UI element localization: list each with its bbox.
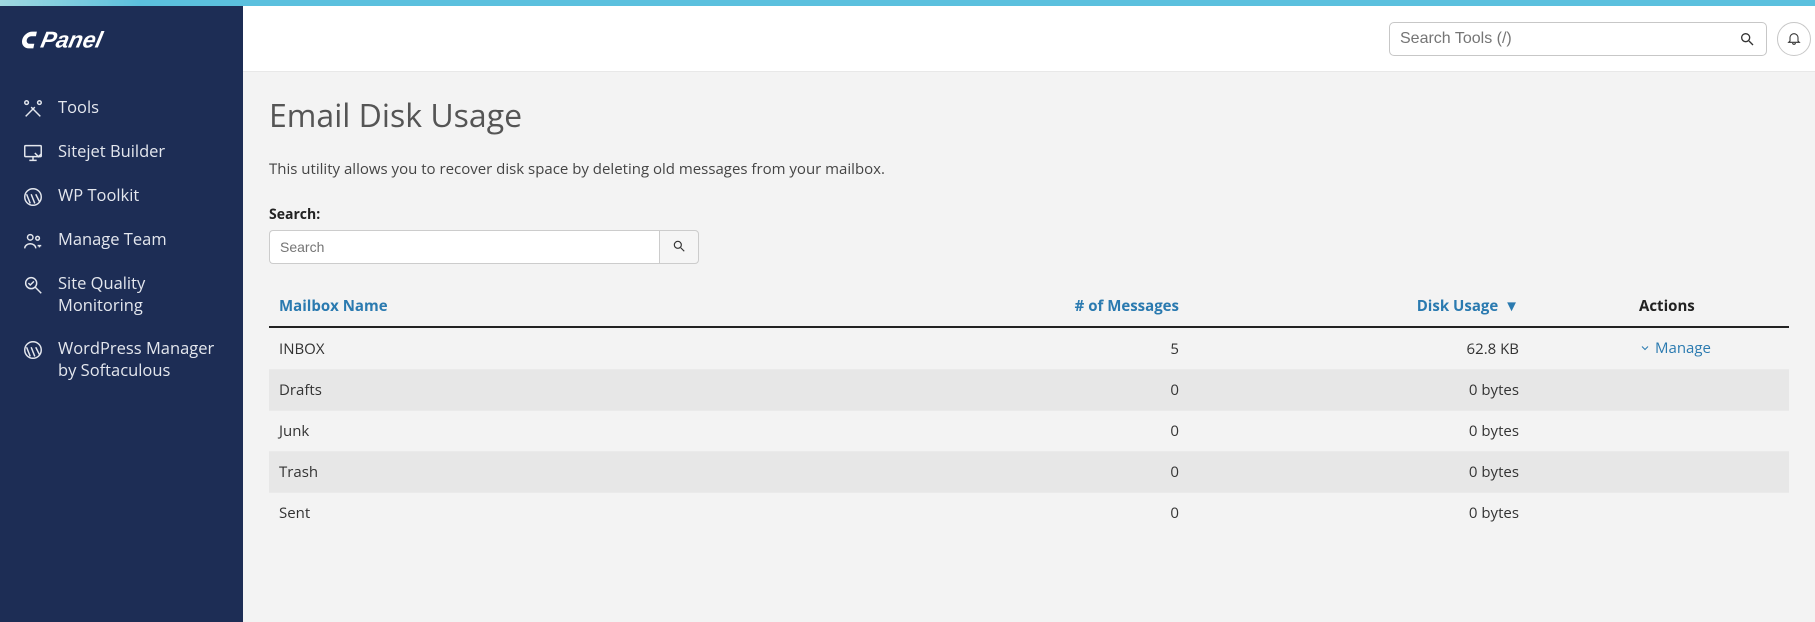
sidebar-item-label: WordPress Manager by Softaculous [58,337,223,382]
cell-disk-usage: 0 bytes [1189,452,1529,493]
tools-icon [22,98,44,120]
sidebar-item-tools[interactable]: Tools [0,86,243,130]
cell-actions [1529,452,1789,493]
cell-disk-usage: 0 bytes [1189,370,1529,411]
search-tools-wrap[interactable] [1389,22,1767,56]
manage-label: Manage [1655,338,1711,358]
search-icon [672,239,686,256]
cell-mailbox-name: INBOX [269,327,949,370]
wordpress-icon [22,339,44,361]
cell-messages: 0 [949,370,1189,411]
col-header-actions: Actions [1529,286,1789,327]
col-header-label: # of Messages [1075,296,1179,316]
cell-actions [1529,411,1789,452]
mailbox-search-row [269,230,1789,264]
sidebar-item-label: Sitejet Builder [58,140,223,162]
cell-disk-usage: 0 bytes [1189,411,1529,452]
table-row: Trash00 bytes [269,452,1789,493]
sidebar-item-wp-manager[interactable]: WordPress Manager by Softaculous [0,327,243,392]
sort-indicator-icon: ▼ [1504,296,1519,316]
cell-mailbox-name: Drafts [269,370,949,411]
manage-link[interactable]: Manage [1639,338,1711,358]
cell-actions: Manage [1529,327,1789,370]
table-row: Sent00 bytes [269,493,1789,534]
table-row: Junk00 bytes [269,411,1789,452]
col-header-label: Mailbox Name [279,296,388,316]
cell-mailbox-name: Trash [269,452,949,493]
svg-text:Panel: Panel [39,27,106,53]
cell-messages: 0 [949,411,1189,452]
brand-logo[interactable]: Panel [0,24,243,74]
wordpress-icon [22,186,44,208]
sidebar-item-manage-team[interactable]: Manage Team [0,218,243,262]
sidebar-item-label: Site Quality Monitoring [58,272,223,317]
chevron-down-icon [1639,342,1651,354]
col-header-name[interactable]: Mailbox Name [269,286,949,327]
col-header-disk[interactable]: Disk Usage ▼ [1189,286,1529,327]
page-title: Email Disk Usage [269,94,1789,137]
col-header-label: Actions [1639,296,1695,316]
main-content: Email Disk Usage This utility allows you… [243,72,1815,622]
bell-icon [1786,29,1802,48]
search-icon[interactable] [1738,30,1756,48]
search-tools-input[interactable] [1400,30,1738,48]
cell-disk-usage: 0 bytes [1189,493,1529,534]
sidebar: Panel Tools Sitejet Builder WP Toolkit [0,6,243,622]
cell-mailbox-name: Sent [269,493,949,534]
header-bar [243,6,1815,72]
team-icon [22,230,44,252]
sidebar-item-site-quality[interactable]: Site Quality Monitoring [0,262,243,327]
mailbox-search-input[interactable] [269,230,659,264]
sidebar-item-label: Manage Team [58,228,223,250]
sidebar-item-wptoolkit[interactable]: WP Toolkit [0,174,243,218]
table-row: INBOX562.8 KB Manage [269,327,1789,370]
cell-messages: 0 [949,493,1189,534]
notifications-button[interactable] [1777,22,1811,56]
cell-mailbox-name: Junk [269,411,949,452]
monitor-icon [22,142,44,164]
table-row: Drafts00 bytes [269,370,1789,411]
mailboxes-table: Mailbox Name # of Messages Disk Usage ▼ … [269,286,1789,533]
cell-messages: 0 [949,452,1189,493]
sidebar-item-label: Tools [58,96,223,118]
cell-actions [1529,370,1789,411]
sidebar-item-sitejet[interactable]: Sitejet Builder [0,130,243,174]
page-description: This utility allows you to recover disk … [269,159,1789,179]
col-header-messages[interactable]: # of Messages [949,286,1189,327]
search-label: Search: [269,205,1789,224]
col-header-label: Disk Usage [1417,296,1499,316]
quality-icon [22,274,44,296]
cell-disk-usage: 62.8 KB [1189,327,1529,370]
cell-messages: 5 [949,327,1189,370]
sidebar-item-label: WP Toolkit [58,184,223,206]
cell-actions [1529,493,1789,534]
sidebar-nav: Tools Sitejet Builder WP Toolkit Manage … [0,86,243,391]
mailbox-search-button[interactable] [659,230,699,264]
